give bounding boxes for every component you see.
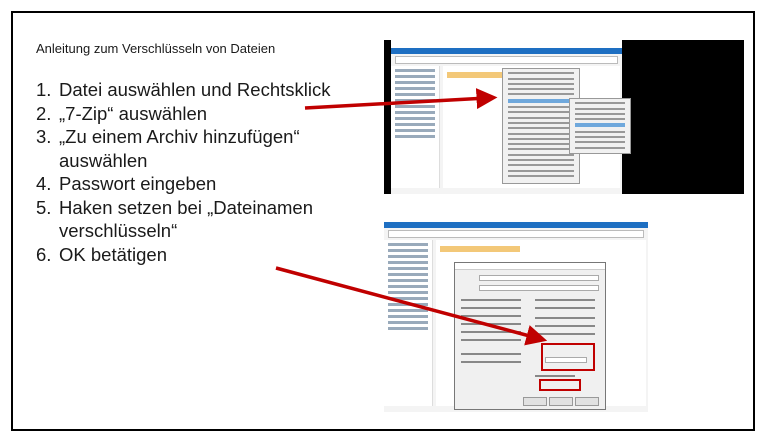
step-1: 1. Datei auswählen und Rechtsklick [36,78,366,102]
step-text: „7-Zip“ auswählen [59,102,208,124]
window-ribbon [391,48,622,54]
step-text: „Zu einem Archiv hinzufügen“ auswählen [59,126,300,171]
context-menu-screenshot [384,40,744,194]
step-text: Passwort eingeben [59,173,217,194]
archive-name-field [479,275,599,281]
explorer-window [391,40,631,194]
archive-path-field [479,285,599,291]
password-field [545,357,587,363]
slide-title: Anleitung zum Verschlüsseln von Dateien [36,41,276,56]
help-button [575,397,599,406]
step-number: 1. [36,79,52,100]
steps-list: 1. Datei auswählen und Rechtsklick 2. „7… [36,78,366,266]
address-bar [395,56,618,64]
navigation-pane [384,240,433,406]
step-number: 6. [36,243,52,265]
step-text: Datei auswählen und Rechtsklick [59,79,331,100]
step-number: 4. [36,173,52,194]
dialog-titlebar [455,263,605,270]
cancel-button [549,397,573,406]
navigation-pane [391,66,440,188]
ok-button [523,397,547,406]
step-number: 3. [36,126,52,147]
selected-file [440,246,520,252]
step-2: 2. „7-Zip“ auswählen [36,102,366,126]
step-6: 6. OK betätigen [36,243,366,267]
add-to-archive-dialog [454,262,606,410]
window-ribbon [384,222,648,228]
step-5: 5. Haken setzen bei „Dateinamen verschlü… [36,196,366,243]
step-number: 5. [36,196,52,218]
step-3: 3. „Zu einem Archiv hinzufügen“ auswähle… [36,125,366,172]
step-text: OK betätigen [59,243,167,265]
7zip-submenu [569,98,631,154]
encrypt-filenames-highlight-box [539,379,581,391]
address-bar [388,230,644,238]
step-text: Haken setzen bei „Dateinamen verschlüsse… [59,196,314,242]
explorer-window [384,214,648,412]
step-number: 2. [36,102,52,124]
step-4: 4. Passwort eingeben [36,172,366,196]
archive-dialog-screenshot [384,214,648,412]
